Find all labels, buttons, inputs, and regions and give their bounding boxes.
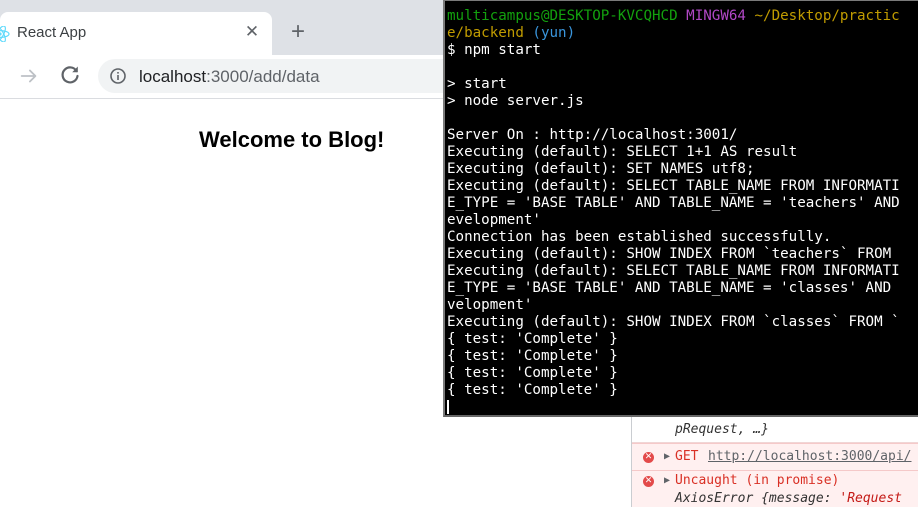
terminal-output-line: { test: 'Complete' } xyxy=(447,365,618,381)
error-url-link[interactable]: http://localhost:3000/api/ xyxy=(708,449,912,464)
terminal-command: $ npm start xyxy=(447,42,541,58)
console-error-row[interactable]: ✕ ▶ Uncaught (in promise) AxiosError {me… xyxy=(632,471,918,507)
react-logo-icon xyxy=(0,26,10,42)
site-info-icon[interactable] xyxy=(110,68,126,84)
error-icon: ✕ xyxy=(643,452,654,463)
console-error-row[interactable]: ✕ ▶ GET http://localhost:3000/api/ xyxy=(632,443,918,471)
error-icon: ✕ xyxy=(643,476,654,487)
terminal-output-line: { test: 'Complete' } xyxy=(447,382,618,398)
terminal-output-line: > node server.js xyxy=(447,93,584,109)
terminal-output-line: { test: 'Complete' } xyxy=(447,331,618,347)
terminal-output-line: velopment' xyxy=(447,297,533,313)
terminal-cursor xyxy=(447,400,449,414)
new-tab-button[interactable]: + xyxy=(287,20,309,44)
url-path: :3000/add/data xyxy=(206,67,320,86)
terminal-prompt: multicampus@DESKTOP-KVCQHCD MINGW64 ~/De… xyxy=(447,8,900,25)
prompt-path-cont: e/backend xyxy=(447,25,524,41)
error-detail-value: 'Request xyxy=(839,491,902,506)
prompt-path: ~/Desktop/practic xyxy=(754,8,900,24)
url-host: localhost xyxy=(139,67,207,86)
terminal-output-line: { test: 'Complete' } xyxy=(447,348,618,364)
console-object-text: pRequest, …} xyxy=(675,422,769,437)
error-detail-prefix: AxiosError {message: xyxy=(675,491,840,506)
terminal-output-line: Executing (default): SHOW INDEX FROM `cl… xyxy=(447,314,900,330)
url-text[interactable]: localhost:3000/add/data xyxy=(139,67,320,87)
terminal-output-line: E_TYPE = 'BASE TABLE' AND TABLE_NAME = '… xyxy=(447,280,892,296)
error-title: Uncaught (in promise) xyxy=(675,473,840,488)
terminal-output-line: Executing (default): SELECT TABLE_NAME F… xyxy=(447,178,900,194)
terminal-output-line: evelopment' xyxy=(447,212,541,228)
terminal-output-line: Executing (default): SELECT TABLE_NAME F… xyxy=(447,263,900,279)
terminal-output-line: Executing (default): SHOW INDEX FROM `te… xyxy=(447,246,892,262)
terminal-output-line: Executing (default): SELECT 1+1 AS resul… xyxy=(447,144,798,160)
expand-arrow-icon[interactable]: ▶ xyxy=(664,475,670,486)
terminal-output-line: Server On : http://localhost:3001/ xyxy=(447,127,738,143)
terminal-window[interactable]: multicampus@DESKTOP-KVCQHCD MINGW64 ~/De… xyxy=(443,0,918,417)
prompt-system: MINGW64 xyxy=(686,8,746,24)
terminal-output-line: Connection has been established successf… xyxy=(447,229,832,245)
forward-arrow-icon[interactable] xyxy=(18,65,40,87)
terminal-prompt-cont: e/backend (yun) xyxy=(447,25,575,42)
terminal-output-line: > start xyxy=(447,76,507,92)
terminal-output-line: Executing (default): SET NAMES utf8; xyxy=(447,161,755,177)
expand-arrow-icon[interactable]: ▶ xyxy=(664,451,670,462)
error-method: GET xyxy=(675,449,699,464)
tab-close-icon[interactable]: ✕ xyxy=(243,22,261,42)
tab-title: React App xyxy=(17,24,87,41)
prompt-user: multicampus@DESKTOP-KVCQHCD xyxy=(447,8,678,24)
reload-icon[interactable] xyxy=(58,63,82,87)
browser-tab[interactable]: React App ✕ xyxy=(0,12,272,55)
page-heading: Welcome to Blog! xyxy=(199,127,385,152)
error-detail: AxiosError {message: 'Request xyxy=(675,491,902,506)
terminal-output-line: E_TYPE = 'BASE TABLE' AND TABLE_NAME = '… xyxy=(447,195,900,211)
prompt-branch: (yun) xyxy=(532,25,576,41)
